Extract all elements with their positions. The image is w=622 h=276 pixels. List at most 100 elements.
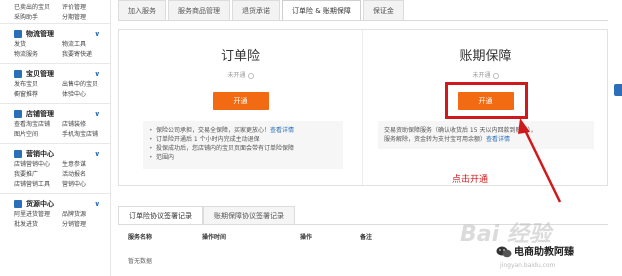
note-text: 投保成功后，您店铺内的宝贝页面会带有订单险保障 (156, 145, 295, 152)
help-icon[interactable] (247, 72, 254, 79)
sidebar-link[interactable]: 体验中心 (62, 90, 110, 100)
sidebar-section-header[interactable]: 宝贝管理 ∨ (14, 67, 110, 80)
chevron-down-icon[interactable]: ∨ (94, 70, 100, 78)
sidebar-link[interactable]: 批发进货 (14, 220, 62, 230)
tab-service-goods[interactable]: 服务商品管理 (168, 0, 230, 20)
sidebar-section-title: 宝贝管理 (26, 69, 54, 78)
sidebar-row: 阿里进货管理 品牌货源 (14, 210, 110, 220)
note-text: 订单险开通后 1 个小时内完成主动退保 (156, 136, 260, 143)
megaphone-icon (14, 149, 22, 158)
watermark: Bai 经验 电商助教阿臻 jingyan.baidu.com (456, 210, 622, 276)
sidebar-row: 店铺营销中心 生意参谋 (14, 160, 110, 170)
sidebar-link[interactable]: 我要推广 (14, 170, 62, 180)
chevron-down-icon[interactable]: ∨ (94, 200, 100, 208)
sidebar-section-header[interactable]: 物流管理 ∨ (14, 27, 110, 40)
status-label: 未开通 (227, 72, 246, 79)
status-text: 未开通 (119, 70, 362, 79)
order-insurance-card: 订单险 未开通 开通 保险公司承担，交易全保障，买家更放心！查看详情 订单险开通… (119, 30, 363, 185)
sidebar-link[interactable]: 出售中的宝贝 (62, 80, 110, 90)
truck-icon (14, 29, 22, 38)
sidebar-row: 橱窗推荐 体验中心 (14, 90, 110, 100)
sidebar-section-title: 店铺管理 (26, 109, 54, 118)
insurance-panel: 订单险 未开通 开通 保险公司承担，交易全保障，买家更放心！查看详情 订单险开通… (118, 29, 608, 186)
sidebar-link[interactable]: 店铺营销工具 (14, 180, 62, 190)
help-icon[interactable] (492, 72, 499, 79)
sidebar-row: 发布宝贝 出售中的宝贝 (14, 80, 110, 90)
sidebar-link[interactable]: 手机淘宝店铺 (62, 130, 110, 140)
sidebar-link[interactable]: 生意参谋 (62, 160, 110, 170)
sidebar-row: 店铺营销工具 营销中心 (14, 180, 110, 190)
note-item: 保险公司承担，交易全保障，买家更放心！查看详情 (149, 126, 337, 135)
view-details-link[interactable]: 查看详情 (270, 127, 294, 134)
annotation-label: 点击开通 (452, 175, 489, 185)
sidebar-link[interactable]: 橱窗推荐 (14, 90, 62, 100)
wechat-icon (496, 246, 512, 258)
tab-payment-term-records[interactable]: 账期保障协议签署记录 (203, 206, 295, 224)
payment-term-card: 账期保障 未开通 开通 交易资助保障服务（确认收货后 15 天以内回款到账后），… (364, 30, 607, 185)
sidebar-link[interactable]: 分销管理 (62, 220, 110, 230)
service-tabs: 加入服务 服务商品管理 退货承诺 订单险 & 账期保障 保证金 (118, 0, 406, 20)
sidebar-row: 发货 物流工具 (14, 40, 110, 50)
sidebar-link[interactable]: 已卖出的宝贝 (14, 3, 62, 13)
tab-join-service[interactable]: 加入服务 (118, 0, 166, 20)
sidebar-section-title: 营销中心 (26, 149, 54, 158)
sidebar-section-store: 店铺管理 ∨ 查看淘宝店铺 店铺装修 图片空间 手机淘宝店铺 (0, 103, 110, 143)
activate-order-insurance-button[interactable]: 开通 (212, 92, 269, 110)
sidebar-link[interactable]: 我要寄快递 (62, 50, 110, 60)
sidebar-link[interactable]: 营销中心 (62, 180, 110, 190)
order-insurance-notes: 保险公司承担，交易全保障，买家更放心！查看详情 订单险开通后 1 个小时内完成主… (143, 121, 343, 169)
sidebar-link[interactable]: 发布宝贝 (14, 80, 62, 90)
side-float-icon[interactable] (614, 84, 622, 96)
sidebar-row: 批发进货 分销管理 (14, 220, 110, 230)
sidebar-section-logistics: 物流管理 ∨ 发货 物流工具 物流服务 我要寄快递 (0, 23, 110, 63)
sidebar-link[interactable]: 评价管理 (62, 3, 110, 13)
sidebar-section-supply: 货源中心 ∨ 阿里进货管理 品牌货源 批发进货 分销管理 (0, 193, 110, 233)
note-item: 服务解除，资金转为支付宝可用余额）查看详情 (384, 135, 588, 144)
sidebar-link[interactable]: 分期管理 (62, 13, 110, 23)
chevron-down-icon[interactable]: ∨ (94, 30, 100, 38)
tab-order-insurance-records[interactable]: 订单险协议签署记录 (118, 206, 203, 224)
view-details-link[interactable]: 查看详情 (486, 136, 510, 143)
sidebar-section-header[interactable]: 营销中心 ∨ (14, 147, 110, 160)
sidebar-link[interactable]: 店铺营销中心 (14, 160, 62, 170)
note-item: 投保成功后，您店铺内的宝贝页面会带有订单险保障 (149, 144, 337, 153)
sidebar-link[interactable]: 活动报名 (62, 170, 110, 180)
sidebar-link[interactable]: 图片空间 (14, 130, 62, 140)
sidebar-row: 采购助手 分期管理 (14, 13, 110, 23)
activate-payment-term-button[interactable]: 开通 (457, 92, 514, 110)
tab-deposit[interactable]: 保证金 (362, 0, 404, 20)
note-text: 服务解除，资金转为支付宝可用余额） (384, 136, 487, 143)
sidebar-link[interactable]: 采购助手 (14, 13, 62, 23)
records-tabs: 订单险协议签署记录 账期保障协议签署记录 (118, 206, 295, 224)
store-icon (14, 109, 22, 118)
sidebar-section-items: 宝贝管理 ∨ 发布宝贝 出售中的宝贝 橱窗推荐 体验中心 (0, 63, 110, 103)
tab-return-promise[interactable]: 退货承诺 (232, 0, 280, 20)
chevron-down-icon[interactable]: ∨ (94, 150, 100, 158)
watermark-url: jingyan.baidu.com (500, 262, 556, 269)
card-title: 账期保障 (459, 49, 512, 64)
sidebar-row: 图片空间 手机淘宝店铺 (14, 130, 110, 140)
sidebar-link[interactable]: 物流服务 (14, 50, 62, 60)
sidebar-link[interactable]: 品牌货源 (62, 210, 110, 220)
note-text: 保险公司承担，交易全保障，买家更放心！ (156, 127, 271, 134)
tab-order-insurance[interactable]: 订单险 & 账期保障 (282, 0, 361, 20)
sidebar-row: 查看淘宝店铺 店铺装修 (14, 120, 110, 130)
sidebar-link[interactable]: 阿里进货管理 (14, 210, 62, 220)
supply-icon (14, 199, 22, 208)
sidebar-section-marketing: 营销中心 ∨ 店铺营销中心 生意参谋 我要推广 活动报名 店铺营销工具 营销中心 (0, 143, 110, 193)
sidebar-link[interactable]: 发货 (14, 40, 62, 50)
sidebar: 已卖出的宝贝 评价管理 采购助手 分期管理 物流管理 ∨ 发货 物流工具 物流服… (0, 0, 111, 276)
sidebar-section-header[interactable]: 店铺管理 ∨ (14, 107, 110, 120)
chevron-down-icon[interactable]: ∨ (94, 110, 100, 118)
box-icon (14, 69, 22, 78)
column-header: 服务名称 (128, 234, 153, 241)
account-name: 电商助教阿臻 (514, 247, 574, 258)
note-item: 订单险开通后 1 个小时内完成主动退保 (149, 135, 337, 144)
sidebar-top-links: 已卖出的宝贝 评价管理 采购助手 分期管理 (0, 0, 110, 23)
status-label: 未开通 (472, 72, 491, 79)
sidebar-row: 物流服务 我要寄快递 (14, 50, 110, 60)
sidebar-link[interactable]: 店铺装修 (62, 120, 110, 130)
sidebar-link[interactable]: 查看淘宝店铺 (14, 120, 62, 130)
sidebar-section-header[interactable]: 货源中心 ∨ (14, 197, 110, 210)
sidebar-link[interactable]: 物流工具 (62, 40, 110, 50)
